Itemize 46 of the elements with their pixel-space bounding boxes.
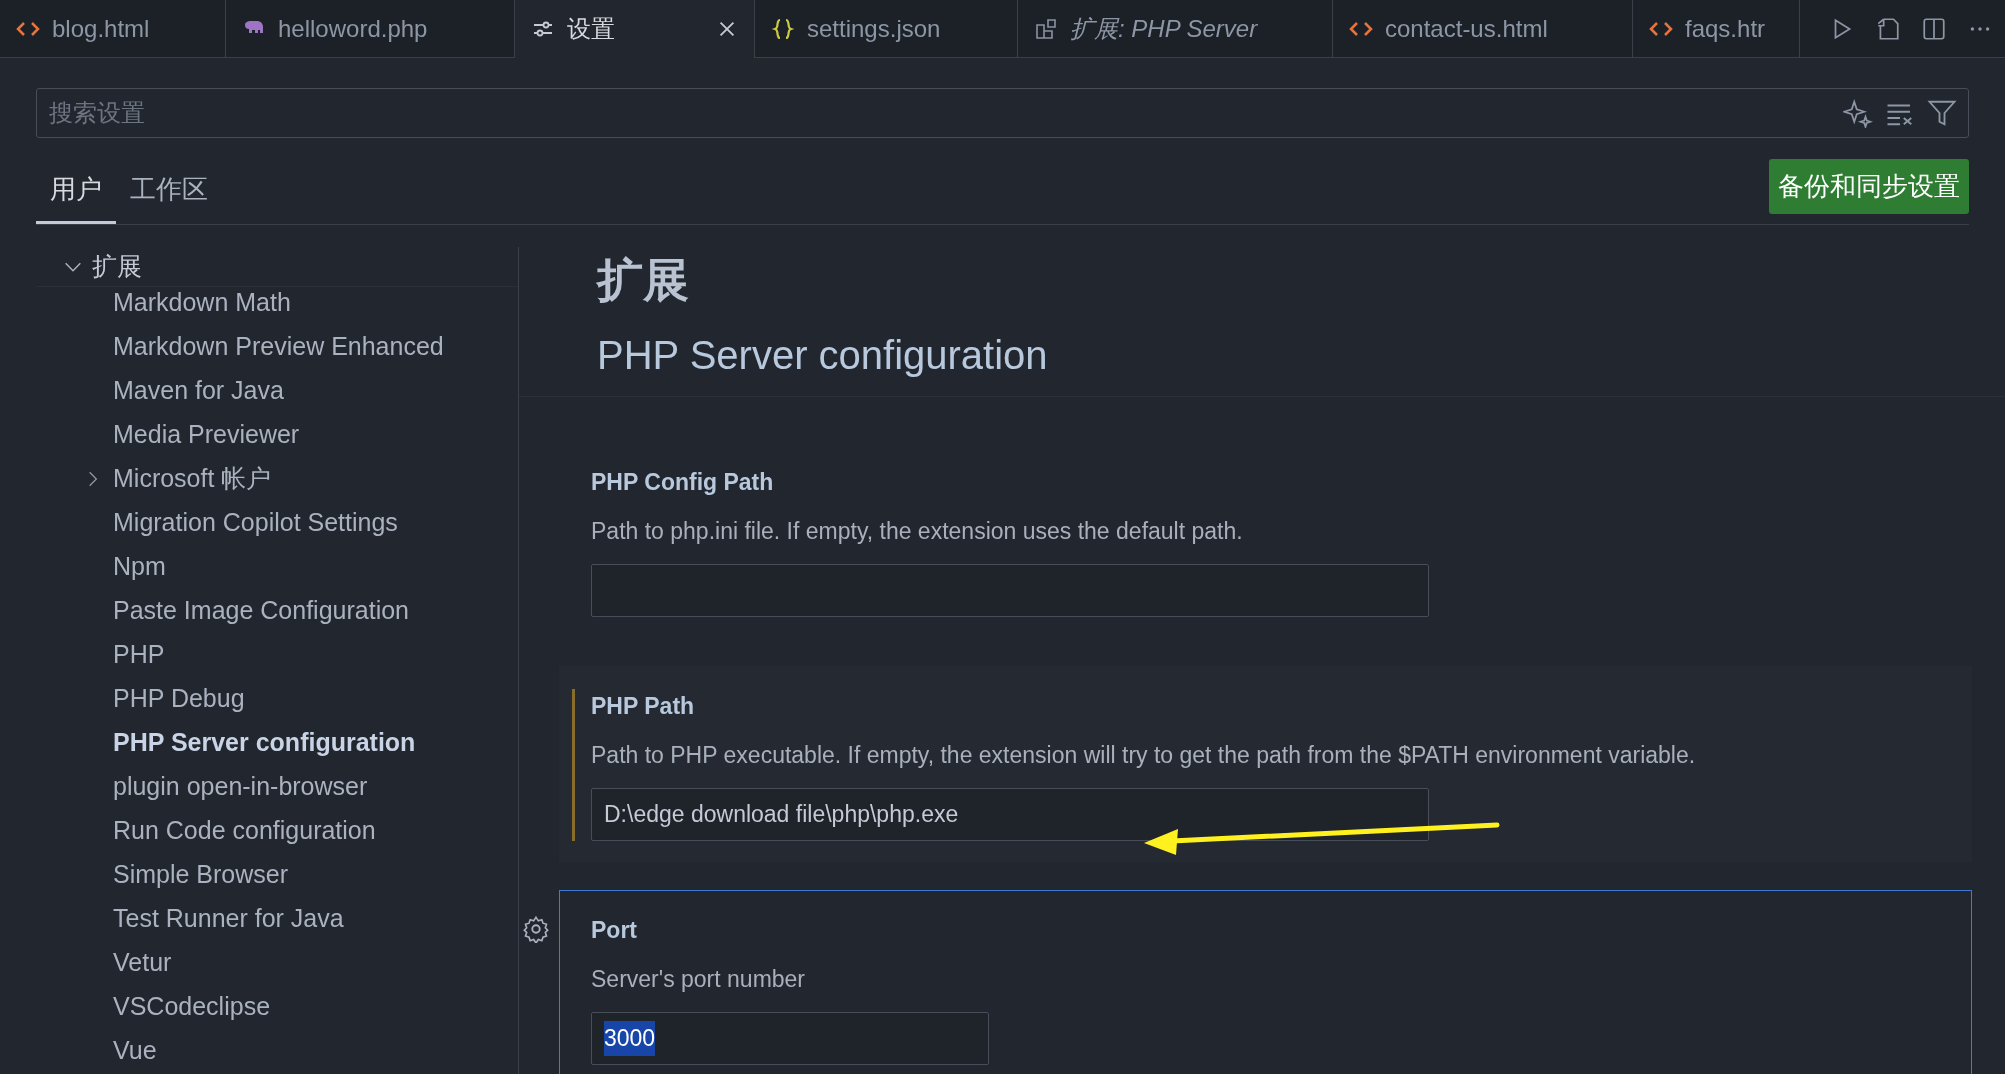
file-icon[interactable] xyxy=(1875,15,1901,42)
tree-item[interactable]: Run Code configuration xyxy=(36,809,518,853)
tree-item[interactable]: Simple Browser xyxy=(36,853,518,897)
tree-item[interactable]: VSCodeclipse xyxy=(36,985,518,1029)
sync-button[interactable]: 备份和同步设置 xyxy=(1769,159,1969,214)
gear-icon[interactable] xyxy=(522,915,550,943)
editor-tab[interactable]: settings.json xyxy=(755,0,1018,57)
setting-description: Path to PHP executable. If empty, the extension will try to get the path from the $PATH environment variable. xyxy=(591,740,1697,770)
input-field[interactable] xyxy=(591,564,1429,617)
tree-item[interactable]: Maven for Java xyxy=(36,369,518,413)
split-editor-icon[interactable] xyxy=(1921,15,1947,42)
search-field[interactable]: 搜索设置 xyxy=(36,88,1969,138)
editor-tab[interactable]: faqs.htr xyxy=(1633,0,1800,57)
setting-title: Port xyxy=(591,916,638,945)
braces-icon xyxy=(771,16,795,41)
setting-title: PHP Config Path xyxy=(591,468,775,497)
tree-item[interactable]: Vetur xyxy=(36,941,518,985)
tree-item[interactable]: Migration Copilot Settings xyxy=(36,501,518,545)
input-field[interactable]: D:\edge download file\php\php.exe xyxy=(591,788,1429,841)
blocks-icon xyxy=(1034,16,1058,41)
input-field[interactable]: 3000 xyxy=(591,1012,989,1065)
section-subheading: PHP Server configuration xyxy=(597,332,1049,379)
section-heading: 扩展 xyxy=(597,253,690,308)
tree-item[interactable]: Microsoft 帐户 xyxy=(36,457,518,501)
setting-description: Server's port number xyxy=(591,964,807,994)
setting-title: PHP Path xyxy=(591,692,696,721)
setting-description: Path to php.ini file. If empty, the extension uses the default path. xyxy=(591,516,1244,546)
tree-item[interactable]: PHP xyxy=(36,633,518,677)
tree-group-item[interactable]: 扩展 xyxy=(36,247,518,287)
editor-tab[interactable]: contact-us.html xyxy=(1333,0,1633,57)
tree-item[interactable]: plugin open-in-browser xyxy=(36,765,518,809)
tree-item[interactable]: Npm xyxy=(36,545,518,589)
tree-item[interactable]: PHP Debug xyxy=(36,677,518,721)
scope-tab[interactable]: 用户 xyxy=(36,170,116,224)
tree-item[interactable]: Markdown Preview Enhanced xyxy=(36,325,518,369)
tree-item[interactable]: PHP Server configuration xyxy=(36,721,518,765)
tree-item[interactable]: Vue xyxy=(36,1029,518,1073)
tree-item[interactable]: Paste Image Configuration xyxy=(36,589,518,633)
filter-icon[interactable] xyxy=(1927,98,1957,128)
scope-tab[interactable]: 工作区 xyxy=(116,170,222,224)
tree-item[interactable]: Media Previewer xyxy=(36,413,518,457)
editor-tab[interactable]: 设置 xyxy=(515,0,755,58)
editor-tab[interactable]: 扩展: PHP Server xyxy=(1018,0,1333,57)
tree-item[interactable]: Test Runner for Java xyxy=(36,897,518,941)
sparkle-icon[interactable] xyxy=(1843,98,1873,128)
editor-tab[interactable]: blog.html xyxy=(0,0,226,57)
